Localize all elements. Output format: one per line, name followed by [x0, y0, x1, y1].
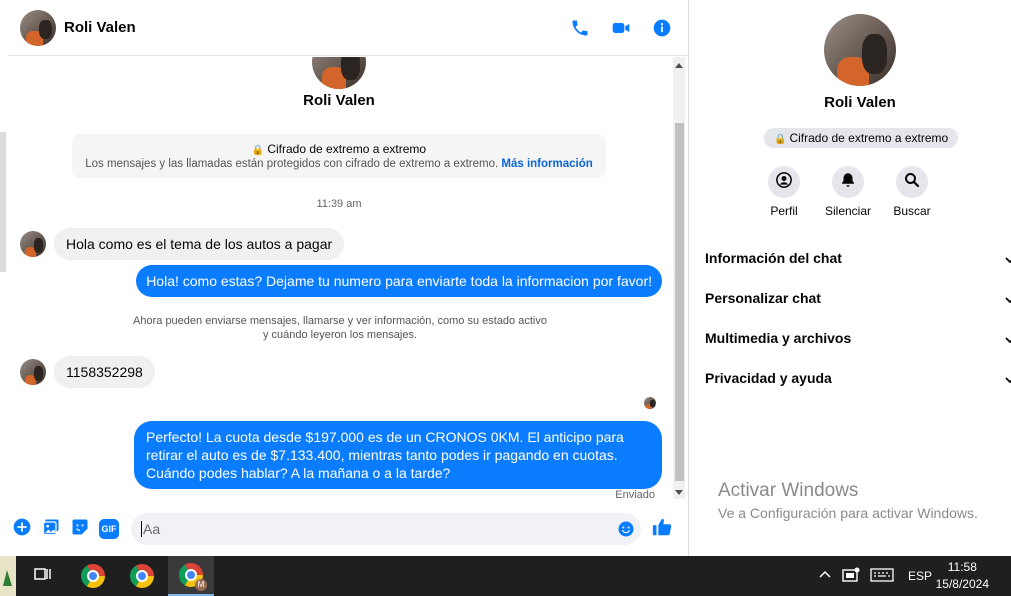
conversation-avatar	[312, 57, 366, 89]
profile-label: Perfil	[770, 204, 798, 218]
scrollbar[interactable]	[673, 57, 685, 499]
system-tray: ESP	[818, 556, 932, 596]
info-actions: Perfil Silenciar Buscar	[760, 166, 936, 218]
message-list[interactable]: Roli Valen 🔒 Cifrado de extremo a extremo…	[8, 57, 688, 503]
phone-icon[interactable]	[570, 18, 590, 38]
watermark-title: Activar Windows	[718, 480, 859, 501]
read-receipt-avatar	[644, 397, 656, 409]
video-call-icon[interactable]	[610, 18, 632, 38]
chevron-down-icon	[1005, 372, 1011, 388]
profile-icon	[775, 171, 793, 194]
text-caret	[141, 521, 142, 537]
info-sections: Información del chat Personalizar chat M…	[705, 238, 1011, 398]
app-window: Roli Valen Roli Valen 🔒 Cifrado de extre…	[0, 0, 1011, 596]
info-avatar[interactable]	[824, 14, 896, 86]
outgoing-message[interactable]: Perfecto! La cuota desde $197.000 es de …	[134, 421, 662, 489]
left-scroll-edge	[0, 132, 6, 272]
encryption-badge-label: Cifrado de extremo a extremo	[789, 131, 949, 145]
chrome-icon	[81, 564, 105, 588]
scrollbar-thumb[interactable]	[675, 123, 684, 481]
section-customize-chat[interactable]: Personalizar chat	[705, 278, 1011, 318]
encryption-badge[interactable]: 🔒 Cifrado de extremo a extremo	[764, 128, 959, 148]
message-input-placeholder: Aa	[143, 521, 161, 537]
contact-avatar[interactable]	[20, 9, 56, 46]
sender-avatar[interactable]	[20, 359, 46, 385]
mute-label: Silenciar	[824, 204, 872, 218]
encryption-notice: 🔒 Cifrado de extremo a extremo Los mensaj…	[72, 134, 606, 178]
contact-name[interactable]: Roli Valen	[64, 19, 136, 36]
sticker-icon[interactable]	[70, 517, 90, 542]
gif-label: GIF	[101, 524, 117, 534]
outgoing-message[interactable]: Hola! como estas? Dejame tu numero para …	[136, 265, 662, 297]
section-label: Multimedia y archivos	[705, 330, 852, 346]
emoji-icon[interactable]	[617, 520, 635, 541]
section-label: Personalizar chat	[705, 290, 821, 306]
timestamp: 11:39 am	[316, 198, 362, 210]
activate-windows-watermark: Activar Windows Ve a Configuración para …	[718, 480, 978, 521]
encryption-title: Cifrado de extremo a extremo	[267, 142, 427, 156]
info-contact-name: Roli Valen	[824, 94, 896, 111]
gif-icon[interactable]: GIF	[99, 519, 119, 539]
chevron-up-icon[interactable]	[818, 568, 832, 585]
chevron-down-icon	[1005, 252, 1011, 268]
section-chat-info[interactable]: Información del chat	[705, 238, 1011, 278]
mute-action[interactable]: Silenciar	[824, 166, 872, 218]
lock-icon: 🔒	[774, 134, 787, 145]
clock[interactable]: 11:58 15/8/2024	[936, 559, 989, 593]
incoming-message[interactable]: 1158352298	[54, 356, 155, 388]
section-label: Información del chat	[705, 250, 842, 266]
keyboard-icon[interactable]	[870, 567, 894, 585]
more-info-link[interactable]: Más información	[501, 158, 592, 170]
clock-date: 15/8/2024	[935, 577, 989, 591]
chat-info-panel: Roli Valen 🔒 Cifrado de extremo a extremo…	[690, 0, 1011, 556]
section-media-files[interactable]: Multimedia y archivos	[705, 318, 1011, 358]
start-button[interactable]	[0, 556, 16, 596]
message-row: Perfecto! La cuota desde $197.000 es de …	[134, 421, 662, 489]
bell-icon	[839, 171, 857, 194]
language-indicator[interactable]: ESP	[908, 569, 932, 583]
notice-line-2: y cuándo leyeron los mensajes.	[262, 329, 418, 341]
network-icon[interactable]	[842, 567, 860, 586]
message-row: Hola como es el tema de los autos a paga…	[20, 228, 345, 260]
taskbar-chrome-1[interactable]	[71, 556, 115, 596]
task-view-button[interactable]	[20, 556, 64, 596]
taskbar-chrome-profile[interactable]: M	[168, 556, 214, 596]
notice-line-1: Ahora pueden enviarse mensajes, llamarse…	[133, 315, 547, 327]
chevron-down-icon	[1005, 332, 1011, 348]
scroll-down-arrow[interactable]	[675, 490, 683, 495]
message-input[interactable]: Aa	[131, 513, 641, 545]
chevron-down-icon	[1005, 292, 1011, 308]
profile-action[interactable]: Perfil	[760, 166, 808, 218]
search-icon	[903, 171, 921, 194]
sent-status: Enviado	[615, 489, 655, 501]
chrome-icon: M	[179, 563, 207, 591]
section-label: Privacidad y ayuda	[705, 370, 832, 386]
taskbar: M ESP 11:58 15/8/2024	[0, 556, 1011, 596]
plus-icon[interactable]	[12, 517, 32, 542]
clock-time: 11:58	[947, 560, 977, 574]
permissions-notice: Ahora pueden enviarse mensajes, llamarse…	[118, 314, 562, 342]
lock-icon: 🔒	[251, 145, 265, 156]
conversation-name: Roli Valen	[303, 92, 375, 109]
scroll-up-arrow[interactable]	[675, 63, 683, 68]
encryption-description: Los mensajes y las llamadas están proteg…	[85, 158, 499, 170]
sender-avatar[interactable]	[20, 231, 46, 257]
search-label: Buscar	[893, 204, 931, 218]
chrome-icon	[130, 564, 154, 588]
taskbar-chrome-2[interactable]	[120, 556, 164, 596]
section-privacy-help[interactable]: Privacidad y ayuda	[705, 358, 1011, 398]
task-view-icon	[32, 564, 52, 589]
message-row: Hola! como estas? Dejame tu numero para …	[136, 265, 662, 297]
info-icon[interactable]	[652, 18, 672, 38]
chat-header: Roli Valen	[8, 0, 688, 56]
profile-badge: M	[195, 579, 207, 591]
composer: GIF Aa	[8, 510, 688, 548]
incoming-message[interactable]: Hola como es el tema de los autos a paga…	[54, 228, 345, 260]
thumbs-up-icon[interactable]	[651, 516, 673, 543]
chat-panel: Roli Valen Roli Valen 🔒 Cifrado de extre…	[0, 0, 689, 556]
photo-icon[interactable]	[41, 517, 61, 542]
search-action[interactable]: Buscar	[888, 166, 936, 218]
message-row: 1158352298	[20, 356, 155, 388]
watermark-subtitle: Ve a Configuración para activar Windows.	[718, 505, 978, 521]
